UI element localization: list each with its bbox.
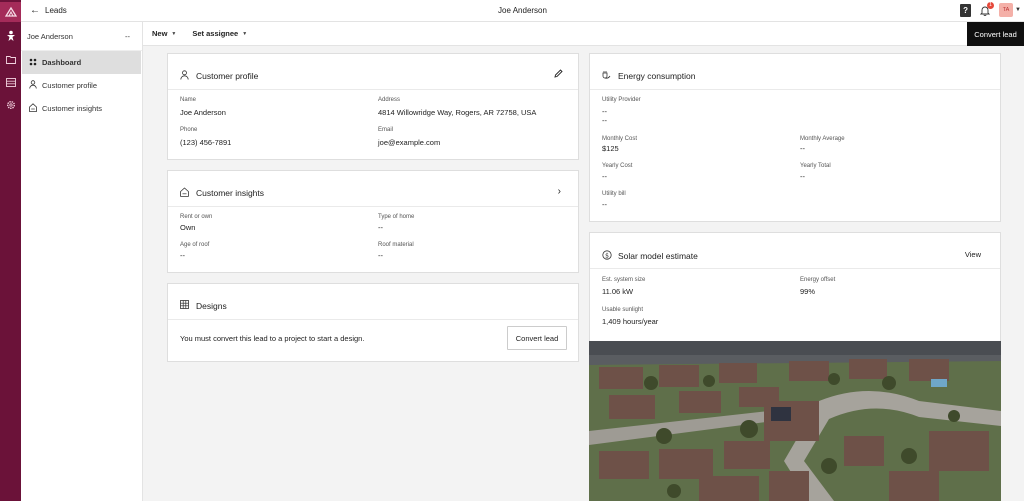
monthly-cost-value: $125	[602, 144, 619, 153]
house-document-icon	[28, 103, 38, 114]
sidebar-item-label: Customer insights	[42, 104, 103, 113]
notification-badge: 1	[987, 1, 995, 9]
arrow-left-icon: ←	[30, 5, 40, 16]
convert-lead-button[interactable]: Convert lead	[967, 22, 1024, 46]
app-rail	[0, 0, 21, 501]
home-type-value: --	[378, 223, 383, 232]
energy-consumption-card: Energy consumption Utility Provider -- -…	[589, 53, 1001, 222]
page-title: Joe Anderson	[498, 6, 547, 15]
yearly-cost-value: --	[602, 172, 607, 181]
rent-own-value: Own	[180, 223, 196, 232]
address-label: Address	[378, 97, 401, 103]
utility-bill-value: --	[602, 200, 607, 209]
sidebar-more-button[interactable]: --	[125, 32, 130, 41]
new-dropdown[interactable]: New ▼	[152, 29, 176, 38]
designs-message: You must convert this lead to a project …	[180, 334, 365, 343]
folder-icon[interactable]	[0, 50, 21, 68]
back-label: Leads	[45, 6, 67, 15]
sidebar-item-label: Customer profile	[42, 81, 98, 90]
roof-material-label: Roof material	[378, 242, 414, 248]
plug-icon	[602, 70, 614, 82]
roof-age-label: Age of roof	[180, 242, 210, 248]
email-label: Email	[378, 127, 394, 133]
designs-card: Designs You must convert this lead to a …	[167, 283, 579, 362]
rent-own-label: Rent or own	[180, 214, 213, 220]
utility-provider-value: --	[602, 107, 607, 116]
view-link[interactable]: View	[965, 250, 981, 259]
person-icon[interactable]	[0, 27, 21, 45]
top-bar: ← Leads Joe Anderson ? 1 TA ▼	[21, 0, 1024, 22]
card-title: Energy consumption	[618, 71, 696, 81]
sidebar-item-customer-profile[interactable]: Customer profile	[22, 74, 141, 97]
phone-label: Phone	[180, 127, 198, 133]
assignee-label: Set assignee	[192, 29, 239, 38]
user-icon	[28, 80, 38, 91]
roof-age-value: --	[180, 251, 185, 260]
sidebar-lead-name: Joe Anderson	[27, 31, 73, 41]
user-icon	[180, 70, 192, 82]
phone-value: (123) 456-7891	[180, 138, 232, 147]
sidebar-item-customer-insights[interactable]: Customer insights	[22, 97, 141, 120]
avatar[interactable]: TA	[999, 3, 1014, 17]
convert-lead-button-secondary[interactable]: Convert lead	[507, 326, 567, 350]
card-title: Customer profile	[196, 71, 259, 81]
back-to-leads-link[interactable]: ← Leads	[30, 5, 67, 16]
name-label: Name	[180, 97, 197, 103]
energy-offset-label: Energy offset	[800, 277, 836, 283]
solar-model-card: $ Solar model estimate View Est. system …	[589, 232, 1001, 341]
list-icon[interactable]	[0, 73, 21, 91]
set-assignee-dropdown[interactable]: Set assignee ▼	[192, 29, 247, 38]
utility-bill-label: Utility bill	[602, 191, 626, 197]
system-size-label: Est. system size	[602, 277, 646, 283]
sidebar-item-dashboard[interactable]: Dashboard	[22, 51, 141, 74]
usable-sunlight-value: 1,409 hours/year	[602, 317, 659, 326]
aerial-roof-image[interactable]	[589, 341, 1001, 501]
email-value: joe@example.com	[378, 138, 441, 147]
app-logo-icon[interactable]	[0, 2, 21, 22]
lead-sidebar: Joe Anderson -- Dashboard Customer profi…	[21, 22, 143, 501]
help-icon[interactable]: ?	[960, 3, 972, 17]
monthly-cost-label: Monthly Cost	[602, 136, 638, 142]
card-title: Customer insights	[196, 188, 265, 198]
home-type-label: Type of home	[378, 214, 415, 220]
chevron-down-icon: ▼	[171, 30, 177, 37]
grid-icon	[180, 300, 192, 311]
card-title: Solar model estimate	[618, 251, 698, 261]
address-value: 4814 Willowridge Way, Rogers, AR 72758, …	[378, 108, 537, 117]
yearly-total-value: --	[800, 172, 805, 181]
roof-material-value: --	[378, 251, 383, 260]
card-title: Designs	[196, 300, 227, 311]
action-toolbar: New ▼ Set assignee ▼ Convert lead	[143, 22, 1024, 46]
pencil-icon[interactable]	[554, 69, 563, 80]
settings-icon[interactable]	[0, 96, 21, 114]
name-value: Joe Anderson	[180, 108, 226, 117]
yearly-total-label: Yearly Total	[800, 163, 831, 169]
notifications-button[interactable]: 1	[979, 1, 995, 17]
chevron-down-icon[interactable]: ▼	[1015, 7, 1021, 13]
dashboard-icon	[28, 58, 38, 68]
energy-offset-value: 99%	[800, 287, 816, 296]
svg-text:$: $	[605, 252, 609, 259]
utility-provider-value-secondary: --	[602, 116, 607, 125]
monthly-average-value: --	[800, 144, 805, 153]
usable-sunlight-label: Usable sunlight	[602, 307, 644, 313]
yearly-cost-label: Yearly Cost	[602, 163, 633, 169]
customer-profile-card: Customer profile Name Joe Anderson Addre…	[167, 53, 579, 160]
sidebar-item-label: Dashboard	[42, 58, 82, 67]
system-size-value: 11.06 kW	[602, 287, 634, 296]
customer-insights-card: Customer insights › Rent or own Own Type…	[167, 170, 579, 273]
dollar-circle-icon: $	[602, 250, 614, 262]
house-document-icon	[180, 187, 192, 199]
monthly-average-label: Monthly Average	[800, 136, 845, 142]
chevron-right-icon[interactable]: ›	[558, 186, 561, 197]
chevron-down-icon: ▼	[242, 30, 248, 37]
new-label: New	[152, 29, 168, 38]
utility-provider-label: Utility Provider	[602, 97, 641, 103]
